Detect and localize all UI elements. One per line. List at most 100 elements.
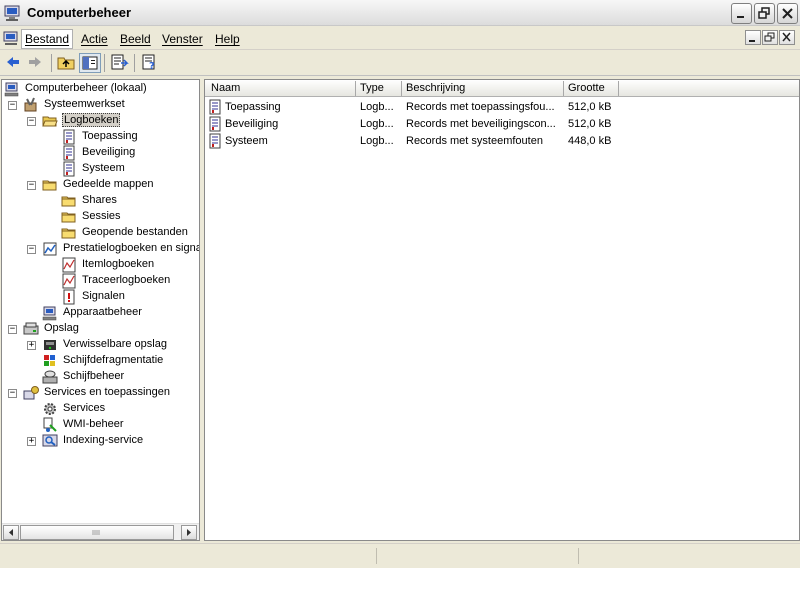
- column-divider[interactable]: [401, 81, 402, 96]
- column-header-type[interactable]: Type: [360, 82, 384, 94]
- help-icon: ?: [142, 54, 155, 72]
- menu-bestand[interactable]: Bestand: [21, 29, 74, 49]
- restore-button[interactable]: [754, 3, 775, 24]
- list-row[interactable]: Toepassing Logb... Records met toepassings…: [205, 99, 799, 116]
- toolbar: ?: [0, 51, 800, 76]
- computer-management-icon: [4, 5, 20, 21]
- column-divider[interactable]: [563, 81, 564, 96]
- tree-node-label[interactable]: Computerbeheer (lokaal): [24, 82, 148, 94]
- app-window: Computerbeheer Bestand Actie Beeld Venst…: [0, 0, 800, 568]
- tree-node-label[interactable]: Services en toepassingen: [43, 386, 171, 398]
- column-header-name[interactable]: Naam: [211, 82, 240, 94]
- wmi-icon: [42, 417, 58, 433]
- minimize-button[interactable]: [731, 3, 752, 24]
- collapse-icon[interactable]: −: [27, 245, 36, 254]
- horizontal-scrollbar[interactable]: [2, 523, 199, 540]
- tree-node-label[interactable]: Schijfdefragmentatie: [62, 354, 164, 366]
- menu-actie[interactable]: Actie: [81, 32, 108, 46]
- scroll-thumb[interactable]: [20, 525, 174, 540]
- tree-node-label[interactable]: Prestatielogboeken en signal: [62, 242, 199, 254]
- tree-node-label[interactable]: Schijfbeheer: [62, 370, 125, 382]
- title-bar[interactable]: Computerbeheer: [0, 0, 800, 26]
- menu-help[interactable]: Help: [215, 32, 240, 46]
- tree-node-label[interactable]: Beveiliging: [81, 146, 136, 158]
- menu-bar: Bestand Actie Beeld Venster Help: [0, 28, 800, 50]
- document-window-icon[interactable]: [3, 31, 20, 47]
- log-icon: [61, 145, 77, 161]
- cell-name: Beveiliging: [225, 118, 279, 130]
- column-divider[interactable]: [355, 81, 356, 96]
- tree-node-label[interactable]: Shares: [81, 194, 118, 206]
- column-divider[interactable]: [618, 81, 619, 96]
- up-one-level-button[interactable]: [56, 53, 78, 73]
- tree-node-label[interactable]: Systeem: [81, 162, 126, 174]
- collapse-icon[interactable]: −: [27, 181, 36, 190]
- collapse-icon[interactable]: −: [8, 101, 17, 110]
- removable-storage-icon: [42, 337, 58, 353]
- help-button[interactable]: ?: [139, 53, 161, 73]
- status-bar: [0, 543, 800, 565]
- cell-description: Records met systeemfouten: [406, 135, 543, 147]
- tree-node-label[interactable]: Indexing-service: [62, 434, 144, 446]
- chart-log-icon: [61, 257, 77, 273]
- defrag-icon: [42, 353, 58, 369]
- tree-node-label[interactable]: Gedeelde mappen: [62, 178, 155, 190]
- list-row[interactable]: Beveiliging Logb... Records met beveiligin…: [205, 116, 799, 133]
- menu-beeld[interactable]: Beeld: [120, 32, 151, 46]
- tree-node-label[interactable]: Toepassing: [81, 130, 139, 142]
- column-header-description[interactable]: Beschrijving: [406, 82, 465, 94]
- tree-node-label[interactable]: Systeemwerkset: [43, 98, 126, 110]
- tools-icon: [23, 97, 39, 113]
- mdi-minimize-button[interactable]: [745, 30, 761, 45]
- tree-node-label[interactable]: Sessies: [81, 210, 122, 222]
- restore-icon: [764, 32, 775, 42]
- list-row[interactable]: Systeem Logb... Records met systeemfouten 4…: [205, 133, 799, 150]
- expand-icon[interactable]: +: [27, 437, 36, 446]
- export-list-icon: [111, 54, 129, 70]
- show-hide-console-tree-button[interactable]: [79, 53, 101, 73]
- tree-node-label[interactable]: Apparaatbeheer: [62, 306, 143, 318]
- tree-node-label[interactable]: Geopende bestanden: [81, 226, 189, 238]
- mdi-restore-button[interactable]: [762, 30, 778, 45]
- console-tree[interactable]: Computerbeheer (lokaal) Systeemwerkset − Lo…: [1, 79, 200, 541]
- log-icon: [61, 161, 77, 177]
- tree-node-label[interactable]: Opslag: [43, 322, 80, 334]
- tree-node-label[interactable]: WMI-beheer: [62, 418, 125, 430]
- gear-icon: [42, 401, 58, 417]
- tree-node-label[interactable]: Traceerlogboeken: [81, 274, 171, 286]
- close-icon: [782, 8, 793, 19]
- tree-node-label[interactable]: Signalen: [81, 290, 126, 302]
- collapse-icon[interactable]: −: [8, 389, 17, 398]
- scroll-right-button[interactable]: [181, 525, 197, 540]
- tree-node-label[interactable]: Logboeken: [62, 113, 121, 127]
- forward-button[interactable]: [25, 53, 47, 73]
- cell-type: Logb...: [360, 118, 394, 130]
- mdi-close-button[interactable]: [779, 30, 795, 45]
- arrow-right-icon: [29, 57, 41, 67]
- collapse-icon[interactable]: −: [8, 325, 17, 334]
- indexing-icon: [42, 433, 58, 449]
- cell-size: 512,0 kB: [568, 101, 612, 113]
- tree-node-label[interactable]: Verwisselbare opslag: [62, 338, 168, 350]
- folder-open-icon: [42, 113, 58, 129]
- tree-node-label[interactable]: Services: [62, 402, 106, 414]
- menu-venster[interactable]: Venster: [162, 32, 203, 46]
- computer-icon: [42, 305, 58, 321]
- expand-icon[interactable]: +: [27, 341, 36, 350]
- close-button[interactable]: [777, 3, 798, 24]
- alert-icon: [61, 289, 77, 305]
- log-icon: [61, 129, 77, 145]
- tree-node-label[interactable]: Itemlogboeken: [81, 258, 155, 270]
- list-header: Naam Type Beschrijving Grootte: [205, 80, 799, 97]
- cell-size: 448,0 kB: [568, 135, 612, 147]
- cell-name: Toepassing: [225, 101, 281, 113]
- export-list-button[interactable]: [109, 53, 131, 73]
- scroll-left-button[interactable]: [3, 525, 19, 540]
- minimize-icon: [749, 40, 755, 42]
- back-button[interactable]: [3, 53, 25, 73]
- result-list[interactable]: Naam Type Beschrijving Grootte Toepassin…: [204, 79, 800, 541]
- cell-type: Logb...: [360, 101, 394, 113]
- column-header-size[interactable]: Grootte: [568, 82, 605, 94]
- collapse-icon[interactable]: −: [27, 117, 36, 126]
- chart-log-icon: [61, 273, 77, 289]
